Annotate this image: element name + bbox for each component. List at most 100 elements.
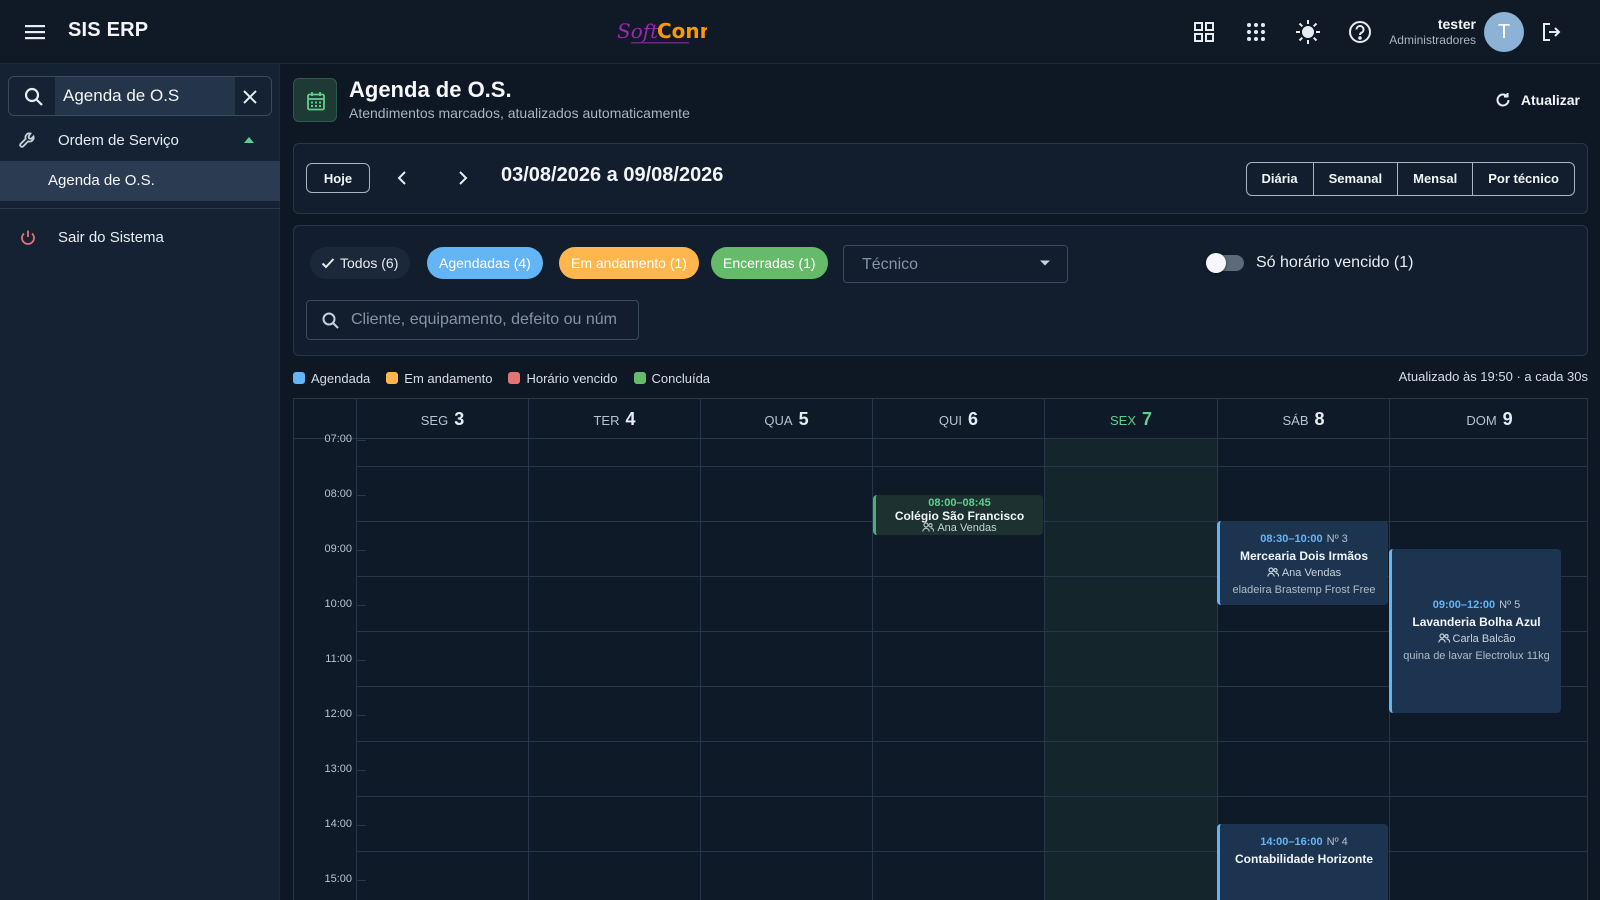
people-icon	[922, 522, 935, 532]
sun-icon[interactable]	[1294, 18, 1322, 46]
technician-select[interactable]: Técnico	[843, 245, 1068, 283]
search-input[interactable]	[351, 301, 636, 339]
chevron-up-icon	[244, 137, 254, 143]
event-technician-name: Carla Balcão	[1452, 633, 1516, 645]
app-title: SIS ERP	[68, 19, 149, 41]
day-number: 9	[1502, 409, 1513, 429]
avatar[interactable]: T	[1484, 12, 1524, 52]
sidebar-item-label: Ordem de Serviço	[58, 132, 179, 149]
sidebar-search	[8, 76, 272, 116]
svg-text:Soft: Soft	[617, 19, 659, 43]
legend-swatch	[293, 372, 305, 384]
filter-chip-all[interactable]: Todos (6)	[310, 247, 411, 279]
refresh-button[interactable]: Atualizar	[1494, 89, 1580, 111]
grid-line	[356, 466, 1587, 467]
sidebar-item-sair[interactable]: Sair do Sistema	[0, 218, 280, 258]
hour-label: 11:00	[294, 653, 366, 665]
today-button[interactable]: Hoje	[306, 163, 370, 193]
sidebar-search-input[interactable]	[55, 77, 235, 115]
weekday-label: SEG	[420, 413, 449, 428]
event-time: 08:30–10:00	[1260, 533, 1323, 545]
filter-chip-scheduled[interactable]: Agendadas (4)	[427, 247, 543, 279]
day-number: 6	[968, 409, 979, 429]
weekday-label: QUI	[938, 413, 963, 428]
view-monthly-button[interactable]: Mensal	[1397, 163, 1472, 195]
top-bar: SIS ERP Soft Conn tester Administradores…	[0, 0, 1600, 64]
weekday-label: TER	[593, 413, 620, 428]
day-number: 4	[625, 409, 636, 429]
filter-chip-in-progress[interactable]: Em andamento (1)	[559, 247, 699, 279]
sidebar-item-ordem-servico[interactable]: Ordem de Serviço	[0, 121, 280, 161]
hour-label: 10:00	[294, 598, 366, 610]
day-header-sat: SÁB 8	[1217, 399, 1389, 439]
filter-chip-closed[interactable]: Encerradas (1)	[711, 247, 828, 279]
view-toggle-group: Diária Semanal Mensal Por técnico	[1245, 162, 1575, 196]
search-icon	[322, 312, 339, 329]
event-equipment: eladeira Brastemp Frost Free	[1232, 584, 1376, 596]
event-time: 08:00–08:45	[928, 497, 991, 509]
week-calendar: SEG 3 TER 4 QUA 5 QUI 6 SEX 7 SÁB 8 DOM 9	[293, 398, 1588, 900]
apps-grid-icon[interactable]	[1190, 18, 1218, 46]
calendar-event[interactable]: 08:30–10:00 Nº 3 Mercearia Dois Irmãos An…	[1217, 521, 1388, 605]
hour-label: 12:00	[294, 708, 366, 720]
calendar-event[interactable]: 14:00–16:00 Nº 4 Contabilidade Horizonte	[1217, 824, 1388, 900]
status-legend: Agendada Em andamento Horário vencido Co…	[293, 369, 726, 387]
people-icon	[1437, 633, 1450, 643]
user-role: Administradores	[1389, 33, 1476, 47]
refresh-label: Atualizar	[1520, 92, 1580, 108]
hour-label: 15:00	[294, 873, 366, 885]
chevron-left-icon[interactable]	[392, 167, 414, 189]
event-technician-name: Ana Vendas	[937, 522, 997, 534]
event-time: 14:00–16:00	[1260, 836, 1323, 848]
weekday-label: SÁB	[1282, 413, 1309, 428]
grid-line	[528, 439, 529, 900]
event-number: Nº 5	[1499, 599, 1521, 611]
technician-select-placeholder: Técnico	[862, 256, 919, 273]
event-technician: Ana Vendas	[876, 522, 1043, 534]
dots-grid-icon[interactable]	[1242, 18, 1270, 46]
view-by-technician-button[interactable]: Por técnico	[1472, 163, 1574, 195]
caret-down-icon	[1040, 260, 1050, 266]
legend-swatch	[386, 372, 399, 384]
calendar-header: SEG 3 TER 4 QUA 5 QUI 6 SEX 7 SÁB 8 DOM 9	[294, 399, 1587, 439]
day-header-mon: SEG 3	[356, 399, 528, 439]
hour-label: 08:00	[294, 488, 366, 500]
overdue-toggle[interactable]	[1206, 253, 1244, 273]
legend-item-in-progress: Em andamento	[386, 369, 492, 387]
calendar-event[interactable]: 08:00–08:45 Colégio São Francisco Ana Ve…	[873, 495, 1043, 535]
main-content: Agenda de O.S. Atendimentos marcados, at…	[281, 64, 1600, 900]
day-number: 3	[454, 409, 465, 429]
overdue-toggle-label: Só horário vencido (1)	[1256, 254, 1414, 271]
page-title: Agenda de O.S.	[349, 77, 512, 102]
grid-line	[1044, 439, 1045, 900]
sidebar-item-agenda-os[interactable]: Agenda de O.S.	[0, 161, 280, 201]
people-icon	[1267, 567, 1279, 577]
view-daily-button[interactable]: Diária	[1247, 163, 1313, 195]
logout-icon[interactable]	[1540, 20, 1564, 44]
day-number: 7	[1142, 409, 1153, 429]
event-client: Mercearia Dois Irmãos	[1239, 549, 1369, 563]
calendar-event[interactable]: 09:00–12:00 Nº 5 Lavanderia Bolha Azul Ca…	[1389, 549, 1561, 713]
chevron-right-icon[interactable]	[451, 167, 473, 189]
hour-label: 14:00	[294, 818, 366, 830]
help-icon[interactable]	[1346, 18, 1374, 46]
event-client: Colégio São Francisco	[894, 509, 1025, 523]
filter-chip-label: Todos (6)	[340, 255, 399, 271]
legend-label: Agendada	[311, 370, 371, 386]
search-icon	[23, 86, 45, 108]
filter-panel: Todos (6) Agendadas (4) Em andamento (1)…	[293, 225, 1588, 356]
event-number: Nº 3	[1326, 533, 1348, 545]
day-number: 5	[798, 409, 809, 429]
day-header-sun: DOM 9	[1389, 399, 1587, 439]
legend-item-overdue: Horário vencido	[508, 369, 618, 387]
event-client: Contabilidade Horizonte	[1235, 852, 1373, 866]
hour-label: 07:00	[294, 433, 366, 445]
search-field	[306, 300, 639, 340]
view-weekly-button[interactable]: Semanal	[1312, 163, 1397, 195]
close-icon[interactable]	[241, 88, 259, 106]
menu-icon[interactable]	[22, 20, 48, 44]
weekday-label: QUA	[764, 413, 793, 428]
day-header-thu: QUI 6	[872, 399, 1044, 439]
legend-item-scheduled: Agendada	[293, 369, 370, 387]
day-header-tue: TER 4	[528, 399, 700, 439]
